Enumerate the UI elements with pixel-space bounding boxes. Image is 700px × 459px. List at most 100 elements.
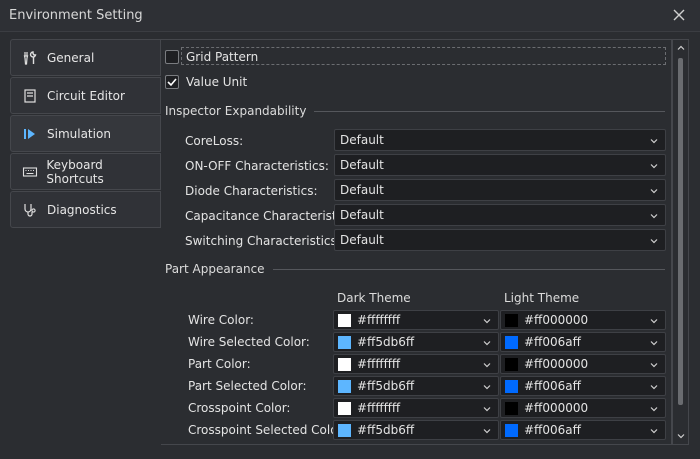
close-icon[interactable] — [670, 6, 688, 24]
chevron-down-icon — [650, 239, 658, 244]
dark-color-select[interactable]: #ffffffff — [333, 310, 499, 330]
sidebar-item-general[interactable]: General — [10, 39, 161, 76]
chevron-down-icon — [483, 429, 491, 434]
value-unit-row[interactable]: Value Unit — [165, 73, 247, 91]
color-swatch — [505, 423, 518, 437]
light-theme-header: Light Theme — [504, 291, 580, 305]
chevron-down-icon — [650, 407, 658, 412]
color-value: #ff000000 — [524, 401, 589, 415]
color-value: #ff000000 — [524, 313, 589, 327]
color-row-label: Part Selected Color: — [188, 379, 307, 393]
dark-color-select[interactable]: #ffffffff — [333, 398, 499, 418]
coreloss-select[interactable]: Default — [334, 129, 666, 151]
color-swatch — [338, 401, 351, 415]
chevron-down-icon — [650, 319, 658, 324]
value-unit-label: Value Unit — [186, 75, 248, 89]
color-row-label: Wire Color: — [188, 313, 254, 327]
sidebar-item-label: Simulation — [47, 126, 111, 141]
color-row-label: Wire Selected Color: — [188, 335, 310, 349]
divider — [314, 110, 665, 112]
select-value: Default — [340, 208, 384, 222]
content-scrollbar[interactable] — [672, 39, 689, 445]
light-color-select[interactable]: #ff000000 — [500, 310, 666, 330]
sidebar-item-circuit-editor[interactable]: Circuit Editor — [10, 77, 161, 114]
play-icon — [21, 125, 39, 143]
divider — [272, 268, 665, 270]
sidebar-item-keyboard-shortcuts[interactable]: Keyboard Shortcuts — [10, 153, 161, 190]
chevron-down-icon — [483, 341, 491, 346]
select-value: Default — [340, 133, 384, 147]
color-swatch — [505, 379, 518, 393]
sidebar-item-diagnostics[interactable]: Diagnostics — [10, 191, 161, 228]
scrollbar-thumb[interactable] — [678, 58, 683, 405]
dark-color-select[interactable]: #ff5db6ff — [333, 376, 499, 396]
on-off-label: ON-OFF Characteristics: — [185, 159, 329, 173]
title-bar: Environment Setting — [0, 0, 700, 32]
chevron-down-icon[interactable] — [676, 431, 686, 441]
chevron-down-icon — [483, 385, 491, 390]
chevron-down-icon — [650, 429, 658, 434]
chevron-down-icon — [650, 139, 658, 144]
appearance-section-header: Part Appearance — [165, 261, 665, 277]
settings-content: Grid Pattern Value Unit Inspector Expand… — [161, 39, 672, 445]
light-color-select[interactable]: #ff000000 — [500, 354, 666, 374]
inspector-section-header: Inspector Expandability — [165, 103, 665, 119]
dark-color-select[interactable]: #ffffffff — [333, 354, 499, 374]
select-value: Default — [340, 233, 384, 247]
dark-color-select[interactable]: #ff5db6ff — [333, 420, 499, 440]
dark-theme-header: Dark Theme — [337, 291, 411, 305]
color-value: #ff006aff — [524, 423, 581, 437]
chevron-down-icon — [483, 363, 491, 368]
color-swatch — [338, 313, 351, 327]
switching-label: Switching Characteristics: — [185, 234, 341, 248]
chevron-down-icon — [650, 385, 658, 390]
select-value: Default — [340, 158, 384, 172]
sidebar-item-simulation[interactable]: Simulation — [10, 115, 161, 152]
grid-pattern-checkbox[interactable] — [165, 50, 179, 64]
color-value: #ffffffff — [357, 401, 401, 415]
chevron-down-icon — [650, 341, 658, 346]
color-value: #ff5db6ff — [357, 423, 415, 437]
color-value: #ff5db6ff — [357, 379, 415, 393]
chevron-down-icon — [483, 407, 491, 412]
color-swatch — [505, 335, 518, 349]
sidebar-item-label: Circuit Editor — [47, 88, 125, 103]
color-swatch — [505, 401, 518, 415]
window-title: Environment Setting — [9, 8, 143, 23]
chevron-up-icon[interactable] — [676, 43, 686, 53]
capacitance-select[interactable]: Default — [334, 204, 666, 226]
light-color-select[interactable]: #ff006aff — [500, 376, 666, 396]
color-swatch — [505, 357, 518, 371]
wrench-screwdriver-icon — [21, 49, 39, 67]
switching-select[interactable]: Default — [334, 229, 666, 251]
light-color-select[interactable]: #ff000000 — [500, 398, 666, 418]
color-row-label: Part Color: — [188, 357, 251, 371]
sidebar-item-label: Diagnostics — [47, 202, 117, 217]
diode-select[interactable]: Default — [334, 179, 666, 201]
chevron-down-icon — [650, 189, 658, 194]
select-value: Default — [340, 183, 384, 197]
value-unit-checkbox[interactable] — [165, 75, 179, 89]
on-off-select[interactable]: Default — [334, 154, 666, 176]
light-color-select[interactable]: #ff006aff — [500, 332, 666, 352]
chevron-down-icon — [483, 319, 491, 324]
dark-color-select[interactable]: #ff5db6ff — [333, 332, 499, 352]
capacitance-label: Capacitance Characteristics: — [185, 209, 357, 223]
color-swatch — [505, 313, 518, 327]
chevron-down-icon — [650, 363, 658, 368]
color-value: #ff006aff — [524, 335, 581, 349]
section-title: Inspector Expandability — [165, 104, 307, 118]
grid-pattern-row[interactable]: Grid Pattern — [165, 48, 258, 66]
sidebar-item-label: General — [47, 50, 95, 65]
grid-pattern-label: Grid Pattern — [186, 50, 259, 64]
color-swatch — [338, 335, 351, 349]
sidebar-item-label: Keyboard Shortcuts — [46, 157, 104, 186]
color-swatch — [338, 379, 351, 393]
diode-label: Diode Characteristics: — [185, 184, 318, 198]
color-value: #ffffffff — [357, 313, 401, 327]
stethoscope-icon — [21, 201, 39, 219]
color-row-label: Crosspoint Selected Color: — [188, 423, 347, 437]
light-color-select[interactable]: #ff006aff — [500, 420, 666, 440]
color-swatch — [338, 357, 351, 371]
circuit-editor-icon — [21, 87, 39, 105]
